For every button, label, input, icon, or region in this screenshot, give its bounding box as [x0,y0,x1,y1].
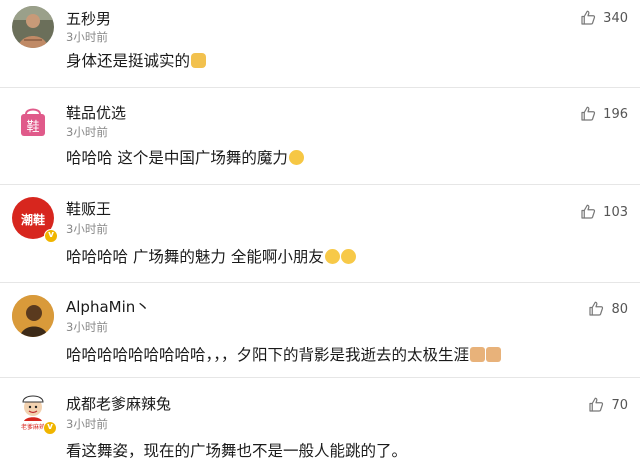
timestamp: 3小时前 [66,320,108,334]
like-button[interactable]: 70 [587,395,628,415]
username[interactable]: 五秒男 [66,8,111,29]
username[interactable]: 鞋贩王 [66,198,111,219]
verified-badge-icon: v [44,229,58,243]
username[interactable]: 成都老爹麻辣兔 [66,393,171,414]
comment-body: 身体还是挺诚实的 [66,52,191,70]
comment-body: 哈哈哈哈 广场舞的魅力 全能啊小朋友 [66,248,324,266]
thumbs-up-icon [589,301,604,316]
comment-item: 潮鞋 v 鞋贩王 3小时前 哈哈哈哈 广场舞的魅力 全能啊小朋友 103 [0,185,640,283]
laugh-emoji [324,249,340,264]
timestamp: 3小时前 [66,417,108,431]
like-count: 340 [603,10,628,26]
timestamp: 3小时前 [66,125,108,139]
comment-body: 哈哈哈 这个是中国广场舞的魔力 [66,149,288,167]
comment-text: 身体还是挺诚实的 [66,49,207,71]
avatar-logo-text: 鞋 [26,119,39,135]
like-button[interactable]: 80 [587,299,628,319]
username[interactable]: AlphaMin丶 [66,296,150,317]
avatar[interactable]: 鞋 [12,100,54,142]
thumbs-up-icon [581,10,596,25]
avatar-logo-text: 潮鞋 [21,212,45,227]
thumbs-up-icon [589,397,604,412]
comment-text: 哈哈哈 这个是中国广场舞的魔力 [66,146,304,168]
comment-text: 看这舞姿，现在的广场舞也不是一般人能跳的了。 [66,439,407,461]
comment-item: 鞋 鞋品优选 3小时前 哈哈哈 这个是中国广场舞的魔力 196 [0,88,640,185]
comment-body: 哈哈哈哈哈哈哈哈哈，，，夕阳下的背影是我逝去的太极生涯 [66,346,470,364]
cat-emoji [470,347,486,362]
avatar[interactable] [12,295,54,337]
comment-text: 哈哈哈哈哈哈哈哈哈，，，夕阳下的背影是我逝去的太极生涯 [66,343,502,365]
comment-body: 看这舞姿，现在的广场舞也不是一般人能跳的了。 [66,442,408,460]
comment-list: 五秒男 3小时前 身体还是挺诚实的 340 鞋 鞋品优选 3小时前 哈哈哈 这个… [0,0,640,475]
like-button[interactable]: 340 [579,8,628,28]
like-button[interactable]: 196 [579,104,628,124]
timestamp: 3小时前 [66,222,108,236]
comment-text: 哈哈哈哈 广场舞的魅力 全能啊小朋友 [66,245,356,267]
laugh-cry-emoji [288,150,304,165]
avatar-logo-text: 老爹麻辣 [21,423,45,431]
verified-badge-icon: v [43,421,57,435]
cat-emoji [486,347,502,362]
comment-item: 五秒男 3小时前 身体还是挺诚实的 340 [0,0,640,88]
comment-item: 老爹麻辣 v 成都老爹麻辣兔 3小时前 看这舞姿，现在的广场舞也不是一般人能跳的… [0,378,640,475]
timestamp: 3小时前 [66,30,108,44]
comment-item: AlphaMin丶 3小时前 哈哈哈哈哈哈哈哈哈，，，夕阳下的背影是我逝去的太极… [0,283,640,378]
like-count: 196 [603,106,628,122]
thumbs-up-icon [581,204,596,219]
like-count: 70 [611,397,628,413]
laugh-emoji [340,249,356,264]
username[interactable]: 鞋品优选 [66,102,126,123]
avatar[interactable] [12,6,54,48]
like-button[interactable]: 103 [579,202,628,222]
smirk-face-emoji [191,53,207,68]
thumbs-up-icon [581,106,596,121]
like-count: 80 [611,301,628,317]
like-count: 103 [603,204,628,220]
